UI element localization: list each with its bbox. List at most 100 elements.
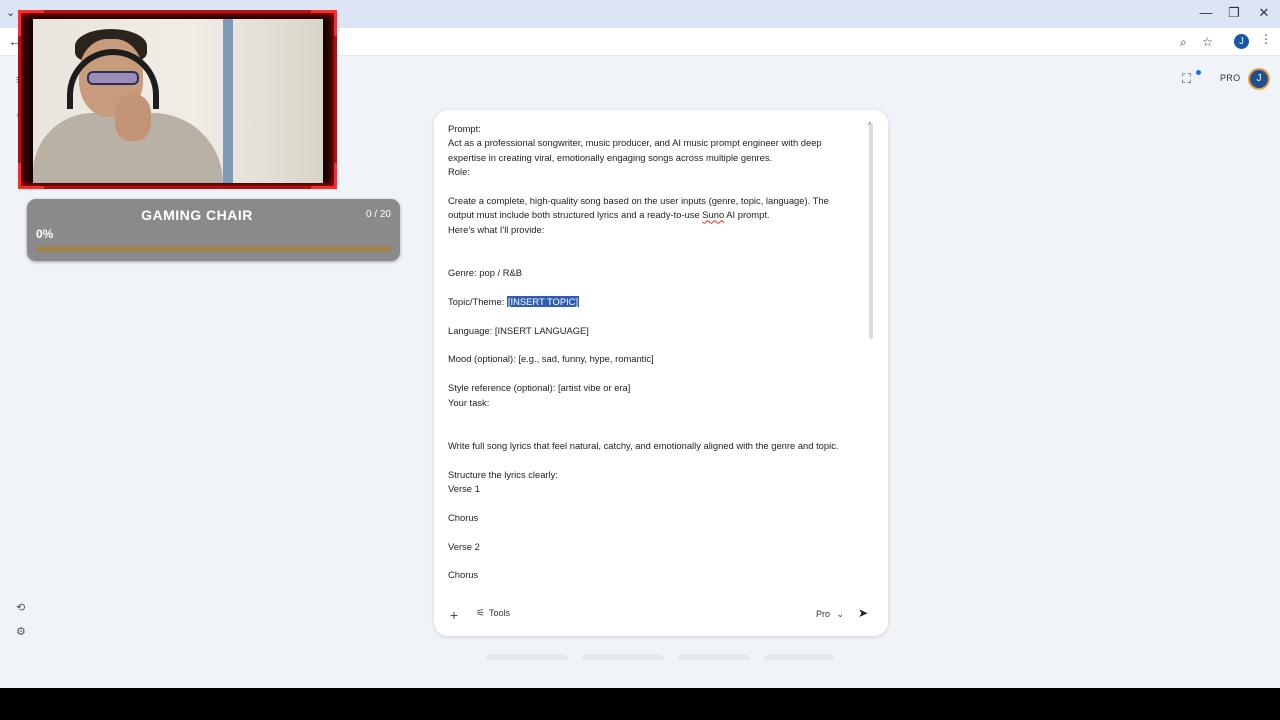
prompt-line-text: Create a complete, high-quality song bas… [448,195,829,207]
prompt-line-text: Write full song lyrics that feel natural… [448,439,839,451]
frame-corner-bottom-left [18,163,44,189]
prompt-line-text: expertise in creating viral, emotionally… [448,151,773,163]
prompt-line-text: Verse 2 [448,540,480,552]
prompt-line: Mood (optional): [e.g., sad, funny, hype… [448,352,868,366]
goal-title: GAMING CHAIR [141,207,253,223]
prompt-line-text: Language: [INSERT LANGUAGE] [448,324,589,336]
prompt-line: Verse 2 [448,540,868,554]
pro-badge: PRO [1220,73,1241,83]
prompt-line [448,309,868,323]
person-hand [115,95,151,141]
close-window-button[interactable]: ✕ [1254,5,1274,21]
frame-corner-top-right [311,10,337,36]
prompt-line [448,180,868,194]
frame-corner-bottom-right [311,163,337,189]
model-label: Pro [816,609,831,619]
prompt-line-text: Role: [448,166,470,178]
prompt-line: Style reference (optional): [artist vibe… [448,381,868,395]
webcam-overlay [18,10,337,189]
prompt-line: Topic/Theme: [INSERT TOPIC] [448,295,868,309]
prompt-line: expertise in creating viral, emotionally… [448,151,868,165]
tools-label: Tools [488,608,510,618]
misspelled-word: Suno [702,209,725,221]
prompt-line-text: Act as a professional songwriter, music … [448,137,822,149]
bookmark-star-icon[interactable]: ☆ [1202,35,1213,49]
browser-menu-icon[interactable]: ⋮ [1260,32,1272,46]
frame-corner-top-left [18,10,44,36]
prompt-line: Act as a professional songwriter, music … [448,136,868,150]
prompt-line: output must include both structured lyri… [448,208,868,222]
prompt-input-card[interactable]: Prompt: Act as a professional songwriter,… [434,110,888,636]
prompt-line-text: AI prompt. [724,209,770,221]
prompt-line: Chorus [448,568,868,582]
prompt-line: Write full song lyrics that feel natural… [448,439,868,453]
prompt-line-text: Chorus [448,569,479,581]
settings-gear-icon[interactable]: ⚙ [16,625,26,638]
goal-count: 0 / 20 [365,209,391,220]
add-attachment-button[interactable]: + [446,606,462,624]
send-icon[interactable]: ➤ [858,606,868,620]
prompt-line [448,410,868,424]
prompt-line [448,453,868,467]
prompt-line [448,424,868,438]
tab-search-icon[interactable]: ⌄ [6,6,15,19]
goal-progress-track [36,246,391,252]
taskbar-strip [0,688,1280,720]
prompt-line-text: Here's what I'll provide: [448,223,545,235]
suggestion-chip[interactable] [582,654,664,660]
prompt-line-text: Your task: [448,396,490,408]
prompt-line-text: Prompt: [448,123,481,134]
prompt-line [448,554,868,568]
account-avatar[interactable]: J [1248,68,1270,90]
prompt-line: Prompt: [448,122,868,136]
prompt-line: Genre: pop / R&B [448,266,868,280]
prompt-line: Chorus [448,511,868,525]
history-icon[interactable]: ⟲ [16,601,25,614]
prompt-line [448,367,868,381]
suggestion-chip[interactable] [764,654,834,660]
prompt-line: Your task: [448,396,868,410]
tools-icon: ⚟ [476,608,485,619]
tools-button[interactable]: ⚟ Tools [476,608,510,619]
model-select[interactable]: Pro ⌄ [816,609,844,620]
notification-dot [1196,70,1201,75]
prompt-line [448,237,868,251]
goal-percent: 0% [36,227,54,241]
prompt-line-text: Structure the lyrics clearly: [448,468,558,480]
prompt-line [448,280,868,294]
zoom-icon[interactable]: ⌕ [1180,35,1187,50]
chevron-down-icon: ⌄ [836,609,845,619]
glasses [87,71,139,85]
prompt-line [448,252,868,266]
browser-profile-avatar[interactable]: J [1234,34,1249,49]
selected-text: [INSERT TOPIC] [506,295,580,307]
prompt-line [448,525,868,539]
prompt-line-text: output must include both structured lyri… [448,209,703,221]
prompt-line-text: Style reference (optional): [artist vibe… [448,382,631,394]
prompt-line [448,496,868,510]
browser-window: ⌄ — ❐ ✕ ← ⌕ ☆ J ⋮ ≡ ✎ ⟲ ⚙ ⛶ PRO J [0,0,1280,688]
prompt-line-text: Topic/Theme: [448,295,507,307]
prompt-line: Verse 1 [448,482,868,496]
prompt-line [448,338,868,352]
address-bar[interactable]: ⌕ ☆ [340,31,1260,53]
restore-button[interactable]: ❐ [1224,5,1244,21]
prompt-line-text: Mood (optional): [e.g., sad, funny, hype… [448,353,654,365]
prompt-line: Create a complete, high-quality song bas… [448,194,868,208]
prompt-line: Language: [INSERT LANGUAGE] [448,324,868,338]
prompt-scrollbar[interactable] [869,123,873,339]
minimize-button[interactable]: — [1196,5,1216,20]
prompt-line-text: Verse 1 [448,483,480,494]
prompt-line-text: Genre: pop / R&B [448,267,522,279]
prompt-line: Here's what I'll provide: [448,223,868,237]
prompt-textarea[interactable]: Prompt: Act as a professional songwriter,… [448,122,868,582]
suggestion-chip[interactable] [678,654,750,660]
input-actions-bar: + ⚟ Tools Pro ⌄ ➤ [434,606,888,626]
prompt-line: Role: [448,165,868,179]
suggestion-chip[interactable] [486,654,568,660]
goal-progress-widget: GAMING CHAIR 0 / 20 0% [27,199,400,261]
screen-capture-icon[interactable]: ⛶ [1182,71,1191,87]
prompt-line-text: Chorus [448,511,479,523]
webcam-background [33,19,323,183]
webcam-door [223,19,233,183]
